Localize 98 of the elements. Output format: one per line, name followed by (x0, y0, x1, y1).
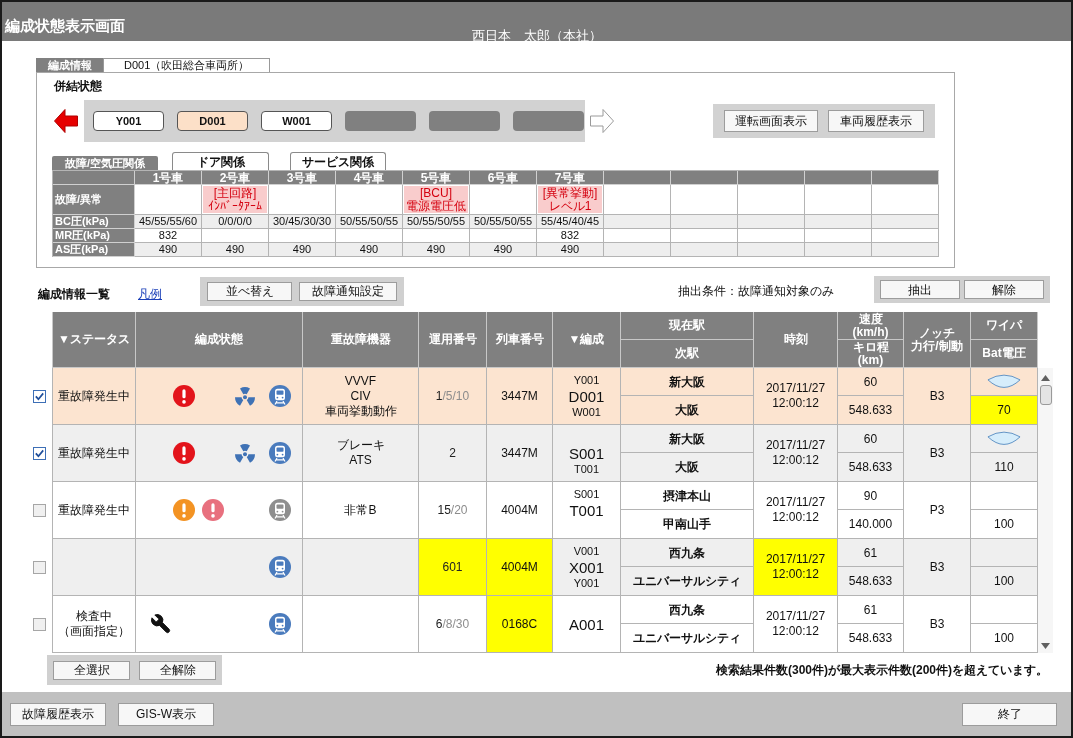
exit-button[interactable]: 終了 (962, 702, 1057, 726)
deselect-all-button[interactable]: 全解除 (139, 660, 216, 680)
select-all-button[interactable]: 全選択 (53, 660, 130, 680)
fault-cell: [異常挙動] レベル1 (538, 186, 602, 213)
table-cell: 490 (336, 243, 403, 257)
wrench-icon (151, 614, 171, 634)
formation-unit-button[interactable]: Y001 (93, 111, 164, 131)
train-number-cell: 0168C (487, 596, 553, 653)
sort-button[interactable]: 並べ替え (207, 281, 292, 301)
formation-unit-button[interactable]: D001 (177, 111, 248, 131)
section-title: 編成情報一覧 (38, 288, 110, 300)
formation-name: D001（吹田総合車両所） (103, 58, 270, 72)
fault-history-button[interactable]: 故障履歴表示 (10, 702, 106, 726)
speed-cell: 60 (838, 368, 904, 396)
empty-unit-slot (513, 111, 584, 131)
row-header: 故障/異常 (53, 185, 135, 215)
speed-cell: 90 (838, 482, 904, 510)
exclamation-icon (173, 442, 195, 464)
time-cell: 2017/11/27 12:00:12 (754, 539, 838, 596)
legend-link[interactable]: 凡例 (138, 288, 162, 300)
formation-unit-button[interactable]: W001 (261, 111, 332, 131)
table-cell: 490 (269, 243, 336, 257)
row-header: BC圧(kPa) (53, 215, 135, 229)
rear-unit-number: T001 (573, 463, 600, 475)
clear-button[interactable]: 解除 (964, 280, 1044, 299)
info-tab-label: 編成情報 (36, 58, 103, 72)
checkbox[interactable] (33, 504, 46, 517)
table-cell: 490 (202, 243, 269, 257)
list-row[interactable]: 601 4004M V001 X001 Y001 西九条 2017/11/27 12:00:12 61 B3 ユニバーサルシティ 548.633 100 (52, 539, 1038, 596)
column-header: ワイパ (971, 312, 1038, 340)
checkbox[interactable] (33, 447, 46, 460)
exclamation-icon (173, 385, 195, 407)
current-station-cell: 新大阪 (621, 368, 754, 396)
table-cell: 490 (537, 243, 604, 257)
time-cell: 2017/11/27 12:00:12 (754, 596, 838, 653)
scroll-down-icon[interactable] (1041, 643, 1050, 649)
exclamation-icon (202, 499, 224, 521)
trefoil-icon (235, 386, 255, 406)
formation-number: D001 (568, 388, 605, 404)
tab[interactable]: ドア関係 (172, 152, 269, 170)
row-header: AS圧(kPa) (53, 243, 135, 257)
filter-condition: 抽出条件：故障通知対象のみ (678, 285, 834, 297)
left-arrow-icon[interactable] (54, 109, 78, 133)
speed-cell: 61 (838, 596, 904, 624)
speed-cell: 61 (838, 539, 904, 567)
formation-number: S001 (568, 445, 604, 461)
table-cell: 490 (403, 243, 470, 257)
battery-voltage-cell: 70 (971, 396, 1038, 425)
empty-unit-slot (345, 111, 416, 131)
next-station-cell: ユニバーサルシティ (621, 624, 754, 653)
section-title: 併結状態 (54, 80, 102, 92)
status-cell: 検査中 （画面指定） (53, 596, 136, 653)
exclamation-icon (173, 499, 195, 521)
front-unit-number: S001 (573, 488, 600, 500)
rear-unit-number: Y001 (573, 577, 600, 589)
vehicle-history-button[interactable]: 車両履歴表示 (828, 110, 924, 132)
checkbox[interactable] (33, 618, 46, 631)
scrollbar-track[interactable] (1038, 368, 1053, 653)
distance-cell: 548.633 (838, 624, 904, 653)
rear-unit-number: W001 (572, 406, 601, 418)
list-row[interactable]: 重故障発生中 ブレーキ ATS 2 3447M S001 T001 新大阪 2017/11/27 12:00:12 60 B3 大阪 548.633 110 (52, 425, 1038, 482)
list-row[interactable]: 重故障発生中 非常B 15/20 4004M S001 T001 摂津本山 2017/11/27 12:00:12 90 P3 甲南山手 140.000 100 (52, 482, 1038, 539)
tab[interactable]: サービス関係 (290, 152, 386, 170)
result-notice: 検索結果件数(300件)が最大表示件数(200件)を超えています。 (715, 664, 1048, 676)
checkbox[interactable] (33, 390, 46, 403)
gis-view-button[interactable]: GIS-W表示 (118, 702, 214, 726)
scrollbar-thumb[interactable] (1039, 385, 1052, 405)
notch-cell: B3 (904, 596, 971, 653)
operation-number-cell: 601 (419, 539, 487, 596)
window-title: 編成状態表示画面 (5, 17, 125, 34)
fault-notice-settings-button[interactable]: 故障通知設定 (299, 281, 397, 301)
tab[interactable]: 故障/空気圧関係 (52, 156, 158, 170)
formation-number: A001 (568, 616, 604, 632)
trefoil-icon (235, 443, 255, 463)
front-unit-number: V001 (573, 545, 600, 557)
extract-button[interactable]: 抽出 (880, 280, 960, 299)
fault-cell: [主回路] ｲﾝﾊﾞｰﾀｱｰﾑ (203, 186, 267, 213)
current-station-cell: 摂津本山 (621, 482, 754, 510)
current-station-cell: 新大阪 (621, 425, 754, 453)
current-station-cell: 西九条 (621, 596, 754, 624)
row-header: MR圧(kPa) (53, 229, 135, 243)
right-arrow-icon[interactable] (590, 109, 614, 133)
formation-number: X001 (568, 559, 604, 575)
formation-number: T001 (569, 502, 604, 518)
column-header: 速度 (km/h) (838, 312, 904, 340)
table-cell: 490 (470, 243, 537, 257)
table-cell: 490 (135, 243, 202, 257)
fault-cell: [BCU] 電源電圧低 (404, 186, 468, 213)
list-row[interactable]: 検査中 （画面指定） 6/8/30 0168C A001 西九条 2017/11/27 12:00:12 61 B3 ユニバーサルシティ 548.633 100 (52, 596, 1038, 653)
scroll-up-icon[interactable] (1041, 375, 1050, 381)
front-unit-number: Y001 (573, 374, 600, 386)
column-header: 現在駅 (621, 312, 754, 340)
checkbox[interactable] (33, 561, 46, 574)
empty-unit-slot (429, 111, 500, 131)
driving-screen-button[interactable]: 運転画面表示 (724, 110, 818, 132)
train-number-cell: 4004M (487, 539, 553, 596)
speed-cell: 60 (838, 425, 904, 453)
list-row[interactable]: 重故障発生中 VVVF CIV 車両挙動動作 1/5/10 3447M Y001 D001 W001 新大阪 2017/11/27 12:00:12 60 B3 大阪 548.633 70 (52, 368, 1038, 425)
